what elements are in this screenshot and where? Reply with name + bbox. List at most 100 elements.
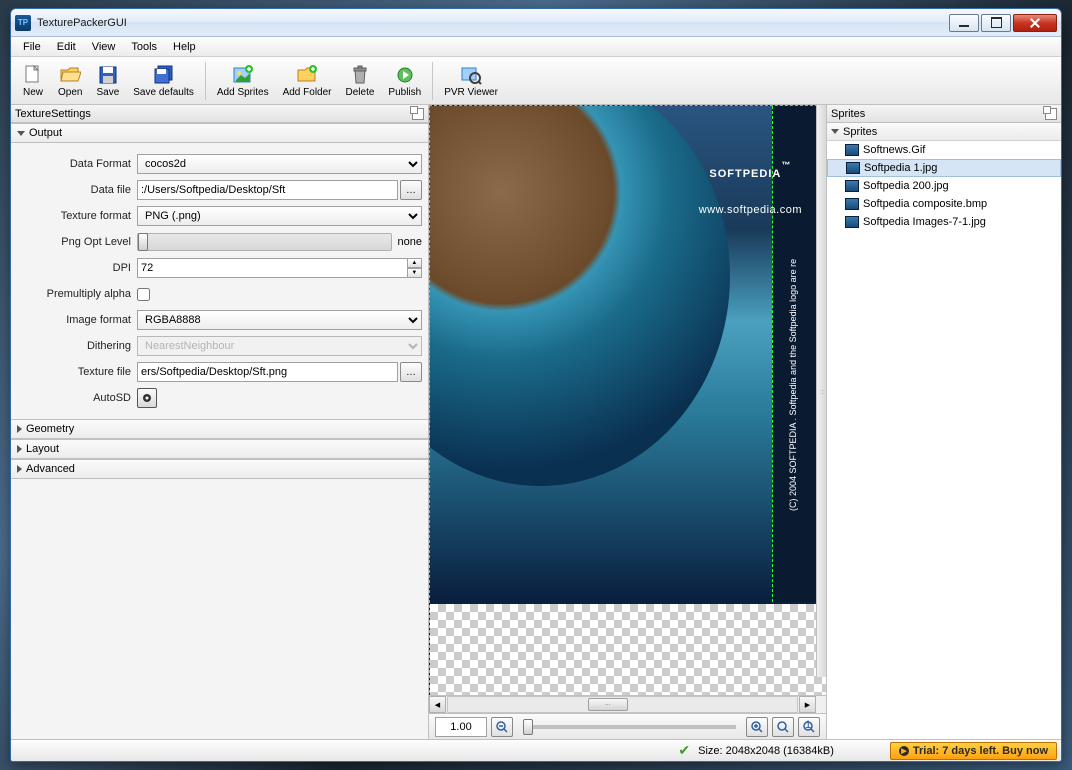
png-opt-value: none	[398, 236, 422, 248]
add-folder-button[interactable]: Add Folder	[276, 59, 339, 103]
sprites-panel-header[interactable]: Sprites	[827, 105, 1061, 123]
content-area: TextureSettings Output Data Format cocos…	[11, 105, 1061, 739]
sprite-item-label: Softpedia Images-7-1.jpg	[863, 216, 986, 228]
arrow-right-icon: ▶	[899, 746, 909, 756]
undock-icon[interactable]	[412, 108, 424, 120]
horizontal-scrollbar[interactable]: ◀ ⋯ ▶	[429, 695, 826, 713]
sprite-item[interactable]: Softpedia 1.jpg	[827, 159, 1061, 177]
image-add-icon	[232, 64, 254, 86]
zoom-input[interactable]	[435, 717, 487, 737]
preview-logo: SOFTPEDIA™ www.softpedia.com	[699, 156, 802, 216]
new-button[interactable]: New	[15, 59, 51, 103]
dpi-label: DPI	[17, 262, 137, 274]
floppy-disk-icon	[97, 64, 119, 86]
image-format-label: Image format	[17, 314, 137, 326]
dpi-spinner[interactable]: ▲▼	[407, 258, 422, 278]
premultiply-checkbox[interactable]	[137, 288, 150, 301]
delete-button[interactable]: Delete	[339, 59, 382, 103]
png-opt-slider[interactable]	[137, 233, 392, 251]
save-defaults-button[interactable]: Save defaults	[126, 59, 201, 103]
trial-button[interactable]: ▶ Trial: 7 days left. Buy now	[890, 742, 1057, 760]
zoom-reset-button[interactable]: 1	[798, 717, 820, 737]
trash-icon	[349, 64, 371, 86]
sprite-item[interactable]: Softpedia composite.bmp	[827, 195, 1061, 213]
zoom-slider[interactable]	[523, 725, 736, 729]
floppy-disks-icon	[153, 64, 175, 86]
image-icon	[845, 198, 859, 210]
texture-format-label: Texture format	[17, 210, 137, 222]
minimize-button[interactable]	[949, 14, 979, 32]
dpi-input[interactable]	[137, 258, 408, 278]
sprites-panel: Sprites Sprites Softnews.Gif Softpedia 1.…	[826, 105, 1061, 739]
svg-text:1: 1	[805, 720, 811, 731]
sprite-item[interactable]: Softpedia 200.jpg	[827, 177, 1061, 195]
save-button[interactable]: Save	[89, 59, 126, 103]
section-geometry[interactable]: Geometry	[11, 419, 428, 439]
transparent-area	[430, 604, 826, 695]
dithering-label: Dithering	[17, 340, 137, 352]
section-layout[interactable]: Layout	[11, 439, 428, 459]
preview-sprite	[429, 105, 730, 486]
menu-view[interactable]: View	[84, 39, 124, 55]
image-icon	[845, 144, 859, 156]
titlebar[interactable]: TP TexturePackerGUI	[11, 9, 1061, 37]
zoom-out-button[interactable]	[491, 717, 513, 737]
scroll-thumb[interactable]: ⋯	[588, 698, 628, 711]
chevron-down-icon	[17, 131, 25, 136]
sprite-item-label: Softpedia 1.jpg	[864, 162, 937, 174]
open-button[interactable]: Open	[51, 59, 89, 103]
data-format-label: Data Format	[17, 158, 137, 170]
gear-play-icon	[394, 64, 416, 86]
maximize-button[interactable]	[981, 14, 1011, 32]
undock-icon[interactable]	[1045, 108, 1057, 120]
premultiply-label: Premultiply alpha	[17, 288, 137, 300]
menu-tools[interactable]: Tools	[123, 39, 165, 55]
publish-button[interactable]: Publish	[381, 59, 428, 103]
menu-edit[interactable]: Edit	[49, 39, 84, 55]
zoom-in-button[interactable]	[746, 717, 768, 737]
scroll-left-button[interactable]: ◀	[429, 696, 446, 713]
canvas-viewport[interactable]: SOFTPEDIA™ www.softpedia.com (C) 2004 SO…	[429, 105, 826, 695]
texture-file-browse-button[interactable]: …	[400, 362, 422, 382]
pvr-viewer-button[interactable]: PVR Viewer	[437, 59, 505, 103]
image-icon	[845, 180, 859, 192]
image-format-select[interactable]: RGBA8888	[137, 310, 422, 330]
slider-thumb[interactable]	[138, 233, 148, 251]
chevron-right-icon	[17, 445, 22, 453]
sprite-item-label: Softnews.Gif	[863, 144, 925, 156]
zoom-fit-button[interactable]	[772, 717, 794, 737]
texture-format-select[interactable]: PNG (.png)	[137, 206, 422, 226]
sprite-item-label: Softpedia composite.bmp	[863, 198, 987, 210]
menu-help[interactable]: Help	[165, 39, 204, 55]
folder-open-icon	[59, 64, 81, 86]
scroll-track[interactable]: ⋯	[447, 696, 798, 713]
sprites-tree-header[interactable]: Sprites	[827, 123, 1061, 141]
add-sprites-button[interactable]: Add Sprites	[210, 59, 276, 103]
data-file-input[interactable]	[137, 180, 398, 200]
zoom-toolbar: 1	[429, 713, 826, 739]
texture-settings-header[interactable]: TextureSettings	[11, 105, 428, 123]
size-text: Size: 2048x2048 (16384kB)	[698, 745, 834, 757]
sprite-item[interactable]: Softnews.Gif	[827, 141, 1061, 159]
section-output[interactable]: Output	[11, 123, 428, 143]
texture-settings-panel: TextureSettings Output Data Format cocos…	[11, 105, 429, 739]
dithering-select: NearestNeighbour	[137, 336, 422, 356]
folder-add-icon	[296, 64, 318, 86]
autosd-button[interactable]	[137, 388, 157, 408]
sprites-list[interactable]: Sprites Softnews.Gif Softpedia 1.jpg Softp…	[827, 123, 1061, 739]
close-button[interactable]	[1013, 14, 1057, 32]
canvas-panel: SOFTPEDIA™ www.softpedia.com (C) 2004 SO…	[429, 105, 826, 739]
section-advanced[interactable]: Advanced	[11, 459, 428, 479]
image-icon	[845, 216, 859, 228]
texture-preview: SOFTPEDIA™ www.softpedia.com (C) 2004 SO…	[429, 105, 826, 695]
splitter-handle[interactable]	[816, 105, 826, 677]
gear-icon	[141, 392, 153, 404]
toolbar-separator	[205, 62, 206, 100]
texture-file-input[interactable]	[137, 362, 398, 382]
scroll-right-button[interactable]: ▶	[799, 696, 816, 713]
zoom-slider-thumb[interactable]	[523, 719, 533, 735]
data-file-browse-button[interactable]: …	[400, 180, 422, 200]
sprite-item[interactable]: Softpedia Images-7-1.jpg	[827, 213, 1061, 231]
menu-file[interactable]: File	[15, 39, 49, 55]
data-format-select[interactable]: cocos2d	[137, 154, 422, 174]
